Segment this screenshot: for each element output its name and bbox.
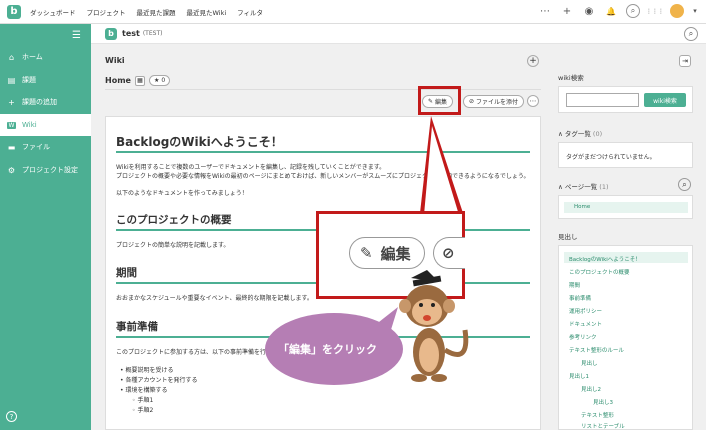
tags-header[interactable]: ∧ タグ一覧 (0) (558, 128, 602, 138)
toc-item[interactable]: テキスト整形 (581, 411, 614, 419)
wiki-search-input[interactable] (566, 93, 639, 107)
speech-bubble-tail (365, 307, 398, 333)
pages-header[interactable]: ∧ ページ一覧 (1) (558, 181, 609, 191)
zoomed-edit-button: ✎ 編集 (349, 237, 425, 269)
monkey-mascot-icon (399, 270, 469, 382)
toc-box: BacklogのWikiへようこそ！ このプロジェクトの概要 期間 事前準備 運… (558, 245, 693, 430)
toc-item[interactable]: 見出し (581, 359, 598, 367)
toc-item[interactable]: 事前準備 (569, 294, 591, 302)
zoomed-attach-button: ⊘ (433, 237, 465, 269)
page-item-home[interactable]: Home (564, 202, 688, 213)
pages-box: Home (558, 195, 693, 219)
tags-empty-text: タグがまだつけられていません。 (566, 154, 656, 161)
toc-header: 見出し (558, 233, 578, 241)
pencil-icon: ✎ (360, 244, 373, 262)
toc-item[interactable]: リストとテーブル (581, 422, 625, 430)
tags-box: タグがまだつけられていません。 (558, 142, 693, 168)
toc-item[interactable]: 期間 (569, 281, 580, 289)
toc-item[interactable]: テキスト整形のルール (569, 346, 624, 354)
toc-item[interactable]: 見出し1 (569, 372, 589, 380)
toc-item[interactable]: 見出し3 (593, 398, 613, 406)
wiki-search-button[interactable]: wiki検索 (644, 93, 686, 107)
right-panel: ⇥ wiki検索 wiki検索 ∧ タグ一覧 (0) タグがまだつけられていませ… (551, 44, 706, 430)
collapse-panel-icon[interactable]: ⇥ (679, 55, 691, 67)
toc-item[interactable]: このプロジェクトの概要 (569, 268, 630, 276)
toc-item[interactable]: ドキュメント (569, 320, 602, 328)
wiki-search-box: wiki検索 (558, 86, 693, 113)
toc-item[interactable]: BacklogのWikiへようこそ！ (569, 255, 641, 263)
speech-text: 「編集」をクリック (278, 343, 377, 356)
zoomed-edit-label: 編集 (380, 244, 411, 263)
toc-item[interactable]: 見出し2 (581, 385, 601, 393)
toc-item[interactable]: 運用ポリシー (569, 307, 602, 315)
paperclip-icon: ⊘ (442, 244, 455, 262)
wiki-search-label: wiki検索 (558, 74, 584, 82)
page-search-icon[interactable]: ⌕ (678, 178, 691, 191)
toc-item[interactable]: 参考リンク (569, 333, 597, 341)
